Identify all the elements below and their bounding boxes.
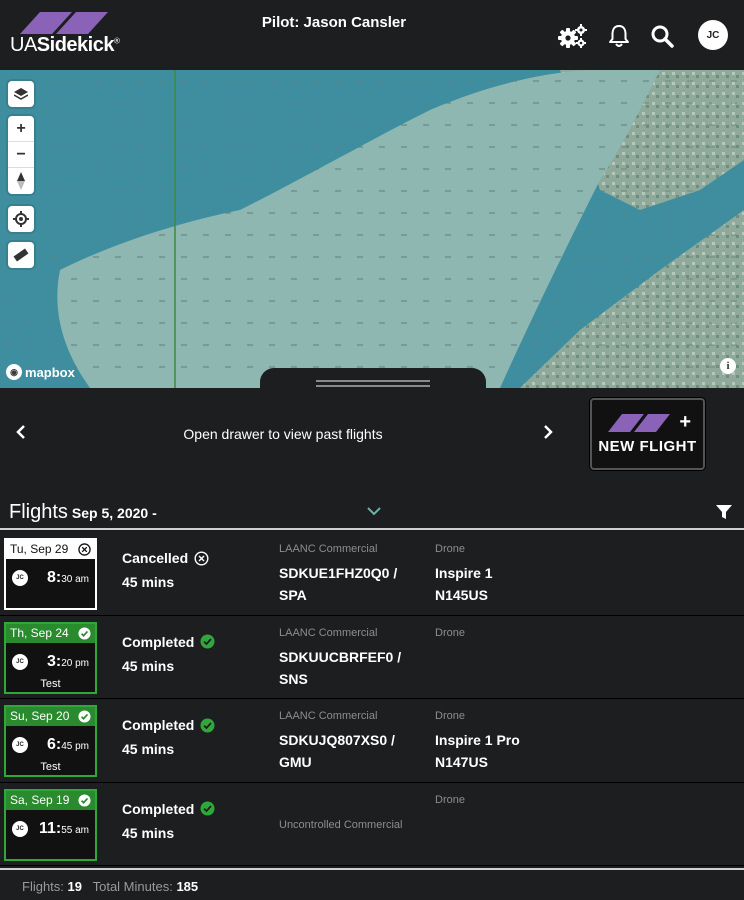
handle-line: [316, 380, 430, 382]
flight-duration: 45 mins: [122, 574, 175, 590]
check-circle-icon: [200, 634, 215, 649]
chevron-left-icon[interactable]: [12, 422, 32, 442]
mapbox-logo-icon: ◉: [6, 364, 22, 380]
pilot-avatar: JC: [12, 820, 28, 837]
flight-date-card[interactable]: Tu, Sep 29 JC 8:30 am: [4, 538, 97, 610]
flight-date-card[interactable]: Th, Sep 24 JC 3:20 pm Test: [4, 621, 97, 694]
drone-label: Drone: [435, 793, 465, 806]
authorization-type: LAANC Commercial: [279, 710, 378, 722]
flight-status: Cancelled: [122, 550, 209, 566]
flight-date-card[interactable]: Su, Sep 20 JC 6:45 pm Test: [4, 705, 97, 777]
pilot-avatar: JC: [12, 570, 28, 586]
flight-date-header: Tu, Sep 29: [6, 540, 95, 559]
new-flight-label: NEW FLIGHT: [598, 438, 697, 455]
flight-date: Su, Sep 20: [10, 709, 70, 723]
flight-date-card[interactable]: Sa, Sep 19 JC 11:55 am: [4, 788, 97, 861]
flights-date-range[interactable]: Sep 5, 2020 -: [72, 505, 157, 521]
pilot-avatar: JC: [12, 653, 28, 670]
flights-count: 19: [67, 879, 82, 894]
flight-note: Test: [40, 761, 61, 773]
flights-summary-footer: Flights: 19 Total Minutes: 185: [0, 868, 744, 900]
ruler-icon[interactable]: [8, 242, 34, 268]
flight-time: 11:55 am: [38, 819, 89, 837]
authorization-code: SDKUJQ807XS0 /GMU: [279, 732, 395, 770]
search-icon[interactable]: [646, 20, 678, 52]
locate-icon[interactable]: [8, 206, 34, 232]
drone-value: Inspire 1 Pro N147US: [435, 732, 520, 770]
drone-label: Drone: [435, 626, 465, 639]
flight-status: Completed: [122, 634, 215, 650]
new-flight-button[interactable]: + NEW FLIGHT: [590, 398, 705, 470]
filter-icon[interactable]: [716, 504, 732, 520]
flights-header: Flights Sep 5, 2020 -: [0, 496, 744, 530]
bell-icon[interactable]: [603, 20, 635, 52]
drawer-prompt-row: Open drawer to view past flights + NEW F…: [0, 388, 744, 488]
authorization-type: Uncontrolled Commercial: [279, 818, 403, 831]
flights-count-label: Flights:: [22, 879, 64, 894]
plus-icon: +: [679, 411, 691, 433]
layers-icon[interactable]: [8, 81, 34, 107]
drawer-prompt-text: Open drawer to view past flights: [183, 426, 383, 442]
user-avatar[interactable]: JC: [698, 20, 728, 50]
check-circle-icon: [78, 626, 91, 640]
measure-control[interactable]: [8, 242, 34, 268]
app-header: UASidekick® Pilot: Jason Cansler JC: [0, 0, 744, 70]
settings-gears-icon[interactable]: [556, 20, 588, 52]
flight-status: Completed: [122, 801, 215, 817]
map-canvas: [0, 70, 744, 388]
drone-label: Drone: [435, 543, 465, 555]
zoom-control[interactable]: + −: [8, 116, 34, 194]
flight-row[interactable]: Su, Sep 20 JC 6:45 pm Test Completed 45 …: [0, 699, 744, 783]
flight-time: 6:45 pm: [46, 736, 89, 753]
flight-date: Th, Sep 24: [10, 625, 69, 640]
map-view[interactable]: + − ◉ mapbox i: [0, 70, 744, 388]
flight-status: Completed: [122, 717, 215, 733]
check-circle-icon: [200, 801, 215, 816]
flight-row[interactable]: Sa, Sep 19 JC 11:55 am Completed 45 mins…: [0, 782, 744, 866]
chevron-down-icon[interactable]: [365, 504, 383, 518]
flight-note: Test: [40, 677, 61, 690]
total-minutes-label: Total Minutes:: [92, 879, 173, 894]
compass-icon[interactable]: [8, 168, 34, 194]
new-flight-stripes-icon: [608, 414, 670, 432]
authorization-code: SDKUUCBRFEF0 /SNS: [279, 648, 402, 687]
pilot-avatar: JC: [12, 737, 28, 753]
logo-text: UASidekick®: [10, 34, 120, 56]
flight-date: Tu, Sep 29: [10, 542, 69, 556]
authorization-type: LAANC Commercial: [279, 626, 378, 639]
check-circle-icon: [200, 718, 215, 732]
flight-date: Sa, Sep 19: [10, 792, 70, 807]
flight-row[interactable]: Tu, Sep 29 JC 8:30 am Cancelled 45 mins …: [0, 532, 744, 616]
drone-value: Inspire 1 N145US: [435, 565, 493, 603]
cancel-circle-icon: [78, 543, 91, 556]
flight-duration: 45 mins: [122, 657, 175, 674]
flight-date-header: Su, Sep 20: [6, 707, 95, 726]
layers-control[interactable]: [8, 81, 34, 107]
flight-time: 8:30 am: [46, 569, 89, 586]
locate-control[interactable]: [8, 206, 34, 232]
flight-list: Tu, Sep 29 JC 8:30 am Cancelled 45 mins …: [0, 532, 744, 866]
flights-title-text: Flights: [9, 501, 68, 523]
flight-duration: 45 mins: [122, 824, 175, 841]
zoom-out-button[interactable]: −: [8, 142, 34, 168]
authorization-code: SDKUE1FHZ0Q0 /SPA: [279, 565, 398, 603]
chevron-right-icon[interactable]: [538, 422, 558, 442]
cancel-circle-icon: [194, 550, 209, 566]
flight-date-header: Th, Sep 24: [6, 623, 95, 643]
mapbox-attribution[interactable]: ◉ mapbox: [6, 364, 75, 380]
flight-date-header: Sa, Sep 19: [6, 790, 95, 810]
mapbox-text: mapbox: [25, 364, 75, 380]
flights-title: Flights Sep 5, 2020 -: [9, 501, 157, 524]
check-circle-icon: [78, 793, 91, 807]
total-minutes: 185: [176, 879, 199, 894]
zoom-in-button[interactable]: +: [8, 116, 34, 142]
flight-duration: 45 mins: [122, 741, 175, 757]
handle-line: [316, 385, 430, 387]
authorization-type: LAANC Commercial: [279, 543, 378, 555]
flight-row[interactable]: Th, Sep 24 JC 3:20 pm Test Completed 45 …: [0, 615, 744, 699]
info-icon[interactable]: i: [720, 358, 736, 374]
drone-label: Drone: [435, 710, 465, 722]
check-circle-icon: [78, 710, 91, 723]
flight-time: 3:20 pm: [46, 652, 89, 670]
